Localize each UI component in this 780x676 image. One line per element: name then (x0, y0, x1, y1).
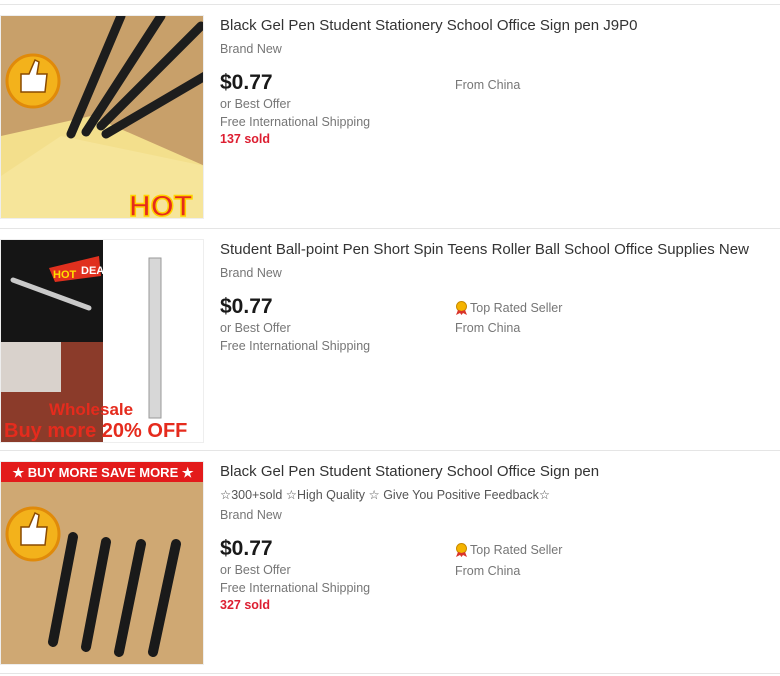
item-origin: From China (455, 564, 521, 578)
svg-text:HOT: HOT (53, 269, 77, 281)
sold-count[interactable]: 137 sold (220, 132, 270, 146)
condition-label: Brand New (220, 508, 282, 522)
pen-product-image: HOT DEALS Wholesale Buy more 20% OFF (1, 240, 203, 442)
item-origin: From China (455, 321, 521, 335)
svg-text:Wholesale: Wholesale (49, 400, 133, 419)
top-rated-seller-badge: Top Rated Seller (455, 301, 562, 315)
top-rated-seller-badge: Top Rated Seller (455, 543, 562, 557)
shipping-label: Free International Shipping (220, 339, 371, 353)
condition-label: Brand New (220, 42, 282, 56)
best-offer-label: or Best Offer (220, 563, 291, 577)
svg-text:Buy more 20% OFF: Buy more 20% OFF (4, 420, 187, 442)
item-origin: From China (455, 78, 521, 92)
price: $0.77 (220, 295, 273, 318)
pen-product-image: ★ BUY MORE SAVE MORE ★ (1, 462, 203, 664)
best-offer-label: or Best Offer (220, 97, 291, 111)
svg-text:DEALS: DEALS (81, 265, 118, 277)
sold-count[interactable]: 327 sold (220, 598, 270, 612)
listing-item: HOT Black Gel Pen Student Stationery Sch… (0, 4, 780, 229)
medal-icon (456, 543, 467, 557)
listing-title-link[interactable]: Black Gel Pen Student Stationery School … (220, 17, 637, 34)
listing-title-link[interactable]: Student Ball-point Pen Short Spin Teens … (220, 241, 749, 258)
price: $0.77 (220, 537, 273, 560)
svg-text:HOT: HOT (129, 190, 192, 219)
listing-subtitle: ☆300+sold ☆High Quality ☆ Give You Posit… (220, 488, 551, 502)
price: $0.77 (220, 71, 273, 94)
listing-item: HOT DEALS Wholesale Buy more 20% OFF Stu… (0, 228, 780, 451)
top-rated-seller-label: Top Rated Seller (470, 301, 563, 315)
condition-label: Brand New (220, 266, 282, 280)
shipping-label: Free International Shipping (220, 115, 371, 129)
best-offer-label: or Best Offer (220, 321, 291, 335)
listing-item: ★ BUY MORE SAVE MORE ★ Black Gel Pen Stu… (0, 450, 780, 674)
svg-text:★ BUY MORE SAVE MORE ★: ★ BUY MORE SAVE MORE ★ (12, 465, 193, 480)
top-rated-seller-label: Top Rated Seller (470, 543, 563, 557)
listing-title-link[interactable]: Black Gel Pen Student Stationery School … (220, 463, 599, 480)
medal-icon (456, 301, 467, 315)
listing-image[interactable]: HOT DEALS Wholesale Buy more 20% OFF (0, 239, 204, 443)
listing-image[interactable]: HOT (0, 15, 204, 219)
pen-product-image: HOT (1, 16, 203, 219)
search-results-list: HOT Black Gel Pen Student Stationery Sch… (0, 0, 780, 676)
listing-image[interactable]: ★ BUY MORE SAVE MORE ★ (0, 461, 204, 665)
shipping-label: Free International Shipping (220, 581, 371, 595)
